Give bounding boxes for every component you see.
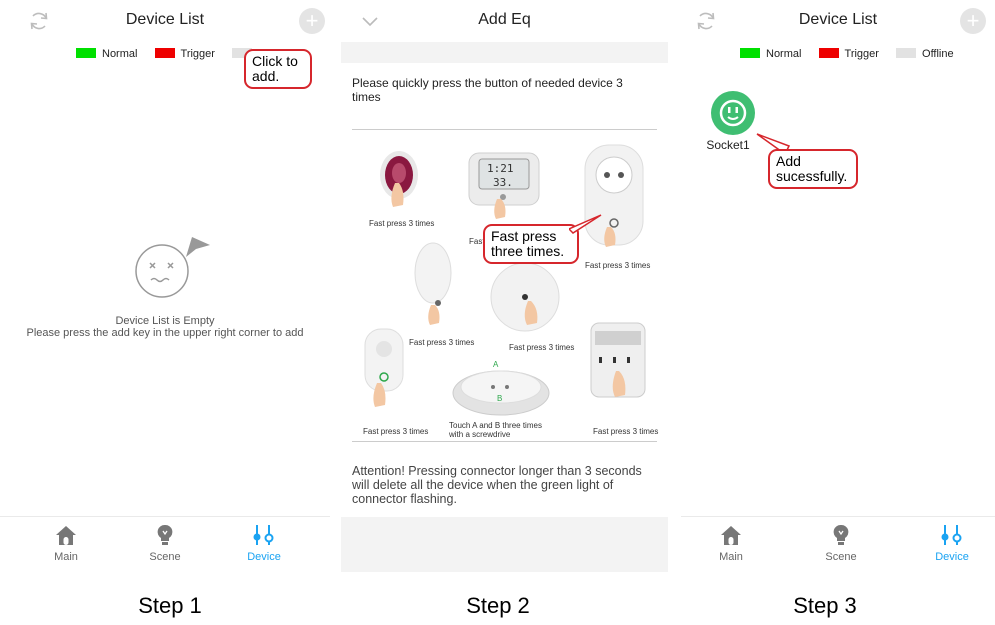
attention-text: Attention! Pressing connector longer tha… [352, 464, 642, 506]
legend-trigger: Trigger [844, 48, 879, 60]
page-title: Device List [798, 11, 878, 28]
clock-device: 1:2133. [468, 152, 540, 219]
empty-hint: Please press the add key in the upper ri… [26, 327, 304, 339]
add-device-button[interactable]: + [960, 8, 986, 34]
divider [352, 129, 657, 130]
divider [352, 441, 657, 442]
tab-main[interactable]: Main [691, 523, 771, 563]
device-name: Socket1 [706, 138, 750, 152]
callout-added: Add sucessfully. [768, 149, 858, 189]
bulb-icon [833, 524, 849, 545]
tab-bar: Main Scene Device [0, 516, 330, 572]
label-touch: Touch A and B three times with a screwdr… [449, 421, 542, 439]
tab-device-label: Device [935, 551, 969, 563]
label-fast3: Fast press 3 times [585, 261, 651, 270]
tab-main-label: Main [719, 551, 743, 563]
plug-device [590, 322, 646, 398]
label-fast5: Fast press 3 times [509, 343, 575, 352]
trigger-swatch [818, 48, 839, 58]
home-icon [721, 526, 741, 545]
tab-device[interactable]: Device [912, 523, 992, 563]
disc-device [490, 262, 560, 332]
step2-screen: Add Eq Please quickly press the button o… [341, 0, 668, 572]
device-sliders-icon [941, 525, 962, 545]
callout-click-to-add: Click to add. [244, 49, 312, 89]
step3-caption: Step 3 [793, 593, 857, 618]
legend-normal: Normal [766, 48, 802, 60]
home-icon [56, 526, 76, 545]
clock-readout-top: 1:21 [487, 162, 514, 175]
add-device-button[interactable]: + [299, 8, 325, 34]
legend-normal: Normal [102, 48, 138, 60]
tab-main[interactable]: Main [26, 523, 106, 563]
pill-button-device [364, 328, 404, 407]
normal-swatch [76, 48, 96, 58]
tab-scene-label: Scene [825, 551, 857, 563]
header: Device List + [681, 0, 995, 42]
hub-mark-a: A [493, 360, 499, 369]
header: Device List + [0, 0, 330, 42]
trigger-swatch [154, 48, 175, 58]
socket-icon [711, 91, 755, 135]
page-title: Add Eq [478, 11, 531, 28]
legend-trigger: Trigger [180, 48, 215, 60]
tab-device-label: Device [247, 551, 281, 563]
device-illustration: Fast press 3 times 1:21 33. Fast Fast pre… [341, 131, 668, 441]
tab-device[interactable]: Device [224, 523, 304, 563]
label-fast6: Fast press 3 times [363, 427, 429, 436]
empty-state: Device List is Empty Please press the ad… [0, 315, 330, 339]
step1-caption: Step 1 [138, 593, 202, 618]
hub-device: AB [452, 360, 550, 416]
tab-main-label: Main [54, 551, 78, 563]
label-fast1: Fast press 3 times [369, 219, 435, 228]
label-fast4: Fast press 3 times [409, 338, 475, 347]
status-legend: Normal Trigger Offline [726, 48, 954, 60]
header: Add Eq [341, 0, 668, 42]
normal-swatch [740, 48, 760, 58]
empty-title: Device List is Empty [115, 315, 215, 327]
offline-swatch [896, 48, 917, 58]
bulb-icon [157, 524, 173, 545]
empty-face-icon [135, 237, 210, 298]
tab-scene-label: Scene [149, 551, 181, 563]
callout-fast-press: Fast press three times. [483, 224, 579, 264]
page-title: Device List [125, 11, 205, 28]
clock-readout-bottom: 33. [493, 176, 513, 189]
instruction-text: Please quickly press the button of neede… [352, 76, 623, 104]
step2-caption: Step 2 [466, 593, 530, 618]
device-sliders-icon [253, 525, 274, 545]
label-fast7: Fast press 3 times [593, 427, 659, 436]
step1-screen: Device List + Normal Trigger Click to ad… [0, 0, 330, 572]
status-legend: Normal Trigger [62, 48, 253, 60]
device-tile-socket1[interactable]: Socket1 [703, 90, 763, 152]
legend-offline: Offline [922, 48, 954, 60]
hub-mark-b: B [497, 394, 502, 403]
oval-sensor-device [414, 242, 452, 325]
tab-scene[interactable]: Scene [801, 523, 881, 563]
maroon-button-device [380, 151, 418, 207]
tab-bar: Main Scene Device [681, 516, 995, 572]
add-content: Please quickly press the button of neede… [341, 63, 668, 517]
step3-screen: Device List + Normal Trigger Offline Soc… [681, 0, 995, 572]
tab-scene[interactable]: Scene [125, 523, 205, 563]
callout-pointer [569, 214, 602, 234]
